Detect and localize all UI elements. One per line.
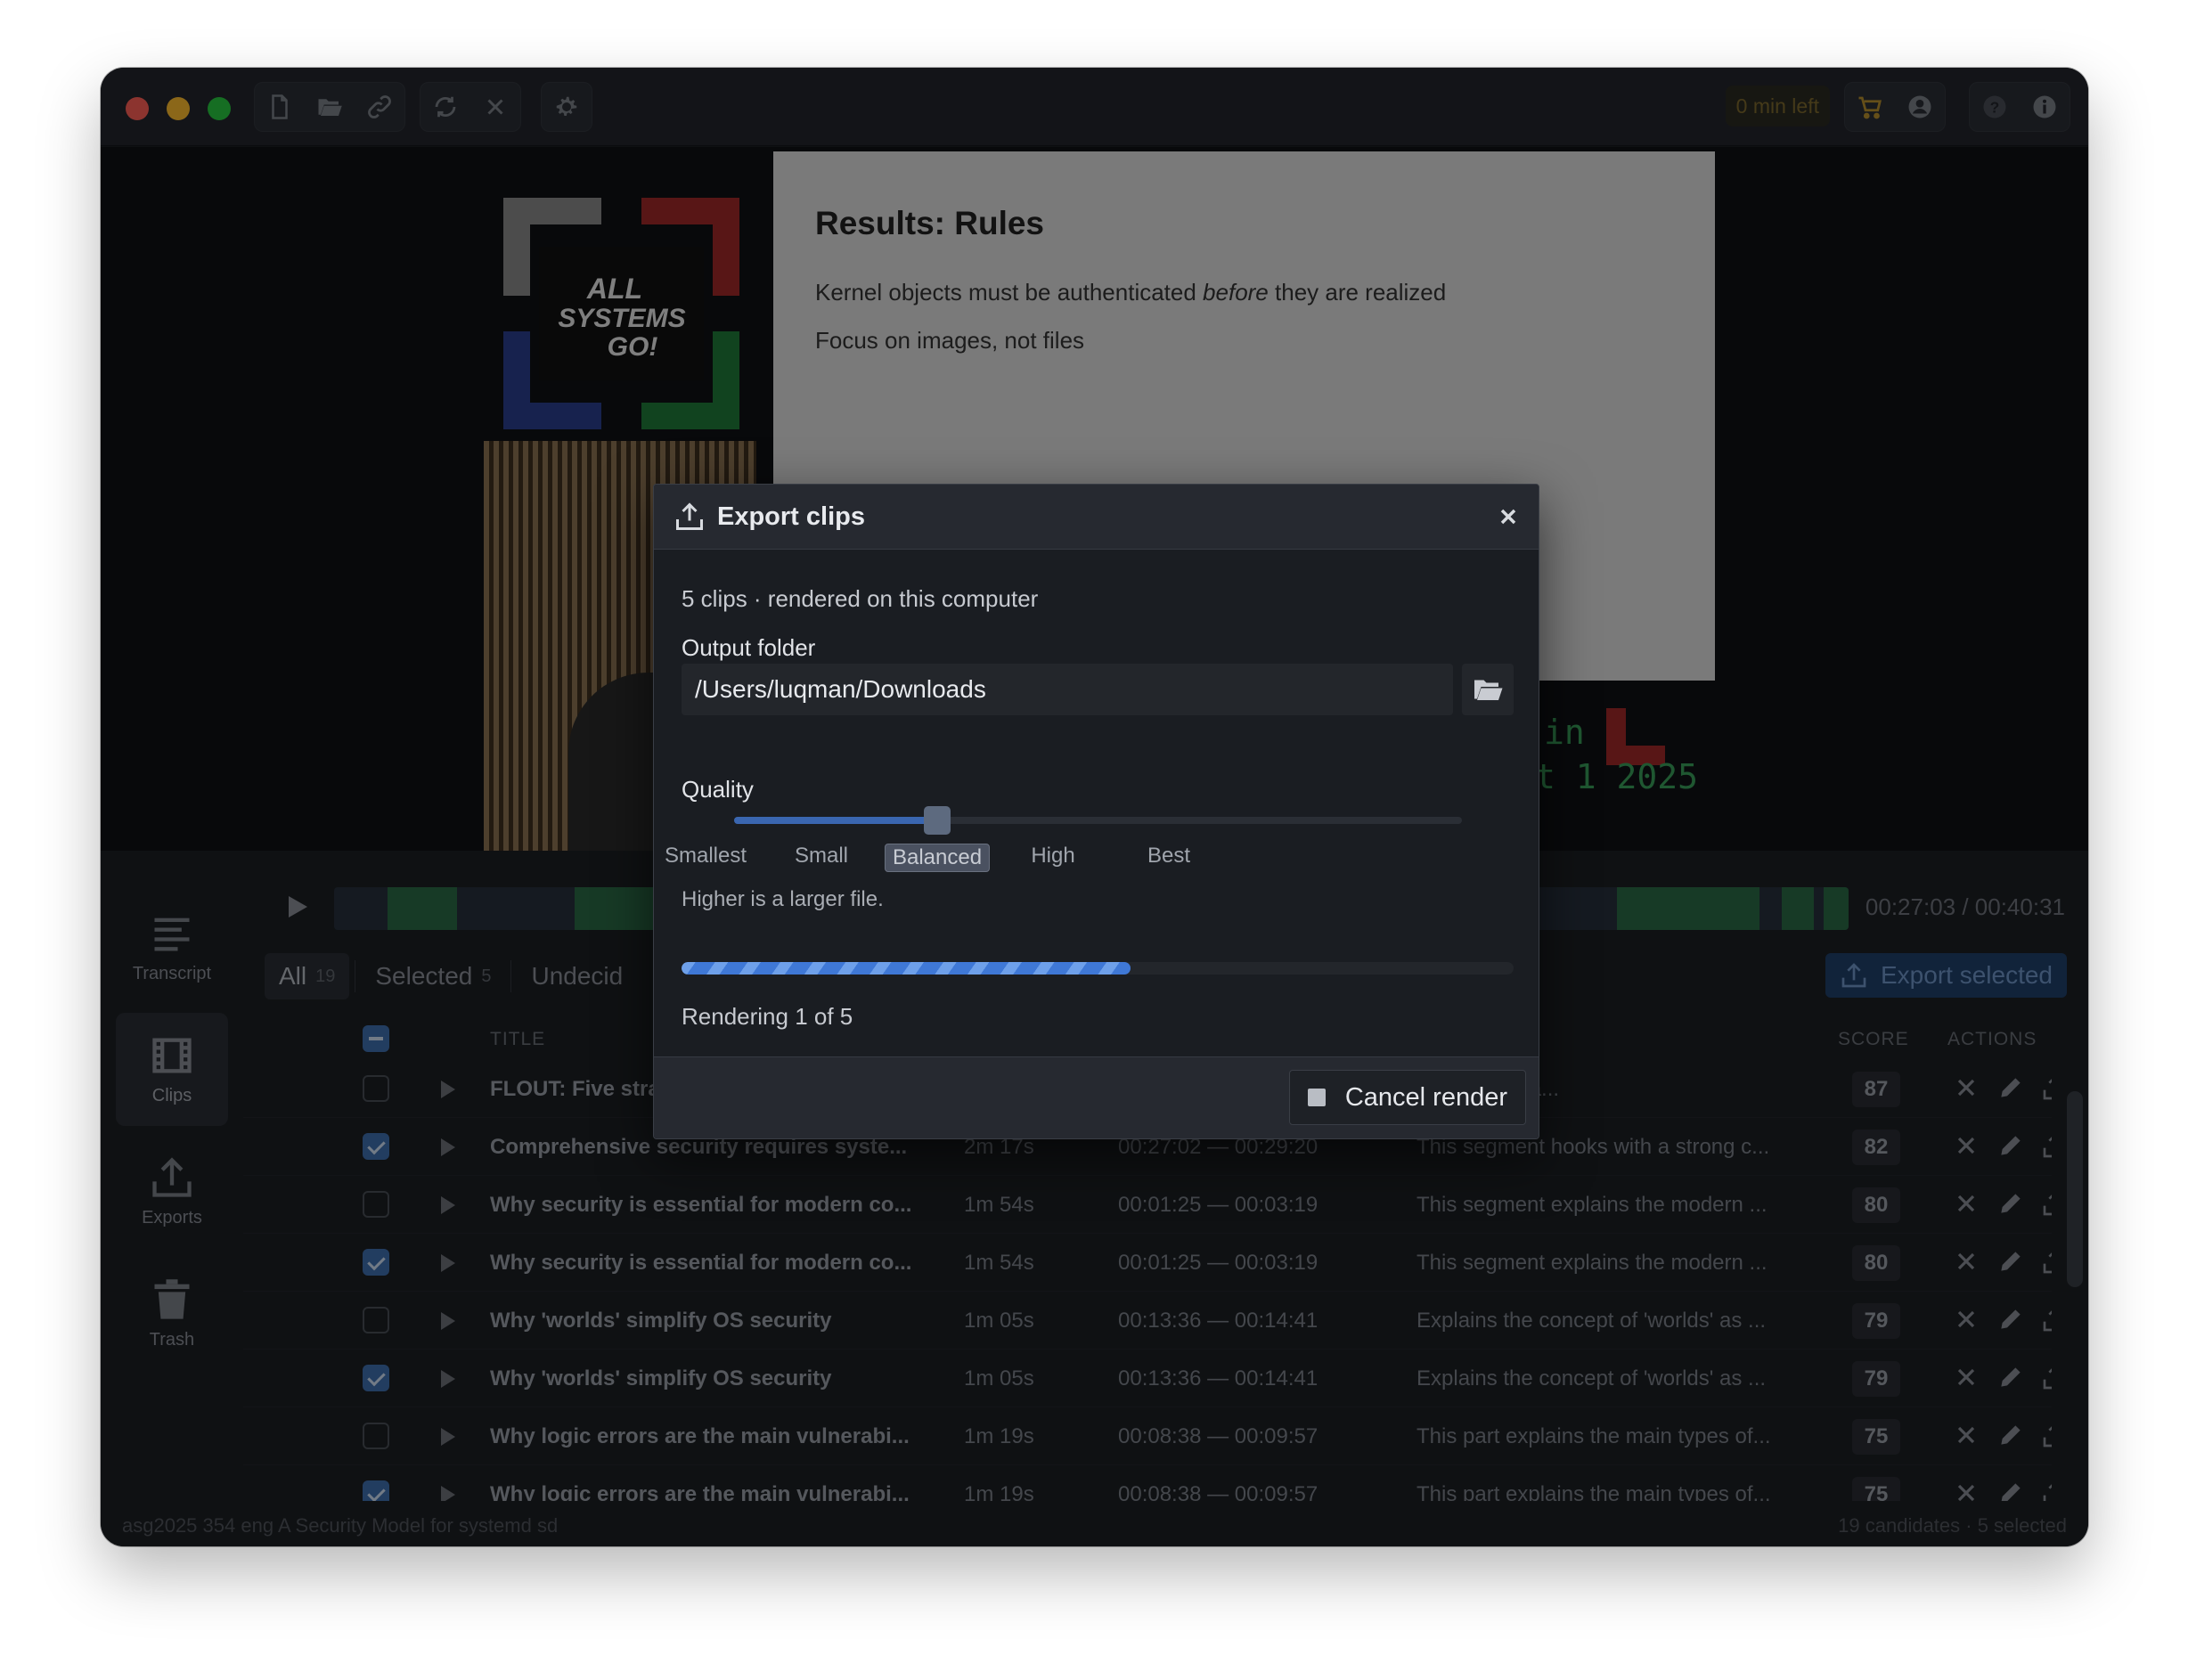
quality-hint: Higher is a larger file. bbox=[682, 887, 884, 911]
quality-option-small[interactable]: Small bbox=[795, 844, 848, 869]
open-folder-icon bbox=[1474, 680, 1503, 700]
output-folder-input[interactable] bbox=[682, 664, 1453, 715]
render-status: Rendering 1 of 5 bbox=[682, 1003, 853, 1030]
quality-option-smallest[interactable]: Smallest bbox=[665, 844, 747, 869]
quality-option-best[interactable]: Best bbox=[1147, 844, 1190, 869]
output-folder-label: Output folder bbox=[682, 634, 816, 661]
dialog-title: Export clips bbox=[717, 502, 865, 531]
dialog-footer: Cancel render bbox=[654, 1056, 1539, 1138]
cancel-render-button[interactable]: Cancel render bbox=[1288, 1070, 1526, 1125]
render-progress-fill bbox=[682, 962, 1131, 975]
close-icon[interactable] bbox=[1496, 504, 1521, 529]
quality-option-balanced[interactable]: Balanced bbox=[884, 844, 991, 872]
stop-icon bbox=[1307, 1089, 1326, 1106]
render-progress-bar bbox=[682, 962, 1514, 975]
browse-folder-button[interactable] bbox=[1462, 664, 1514, 715]
quality-slider-thumb[interactable] bbox=[924, 806, 951, 835]
export-dialog: Export clips 5 clips · rendered on this … bbox=[653, 484, 1539, 1139]
quality-option-high[interactable]: High bbox=[1031, 844, 1074, 869]
dialog-header: Export clips bbox=[654, 485, 1539, 550]
upload-icon bbox=[676, 502, 703, 530]
app-window: 0 min left ? ALL SYSTEMS GO! Results: Ru… bbox=[101, 68, 2088, 1546]
dialog-subtitle: 5 clips · rendered on this computer bbox=[682, 585, 1039, 612]
quality-slider-track[interactable] bbox=[734, 817, 1462, 824]
quality-label: Quality bbox=[682, 776, 754, 803]
quality-slider-fill bbox=[734, 817, 937, 824]
